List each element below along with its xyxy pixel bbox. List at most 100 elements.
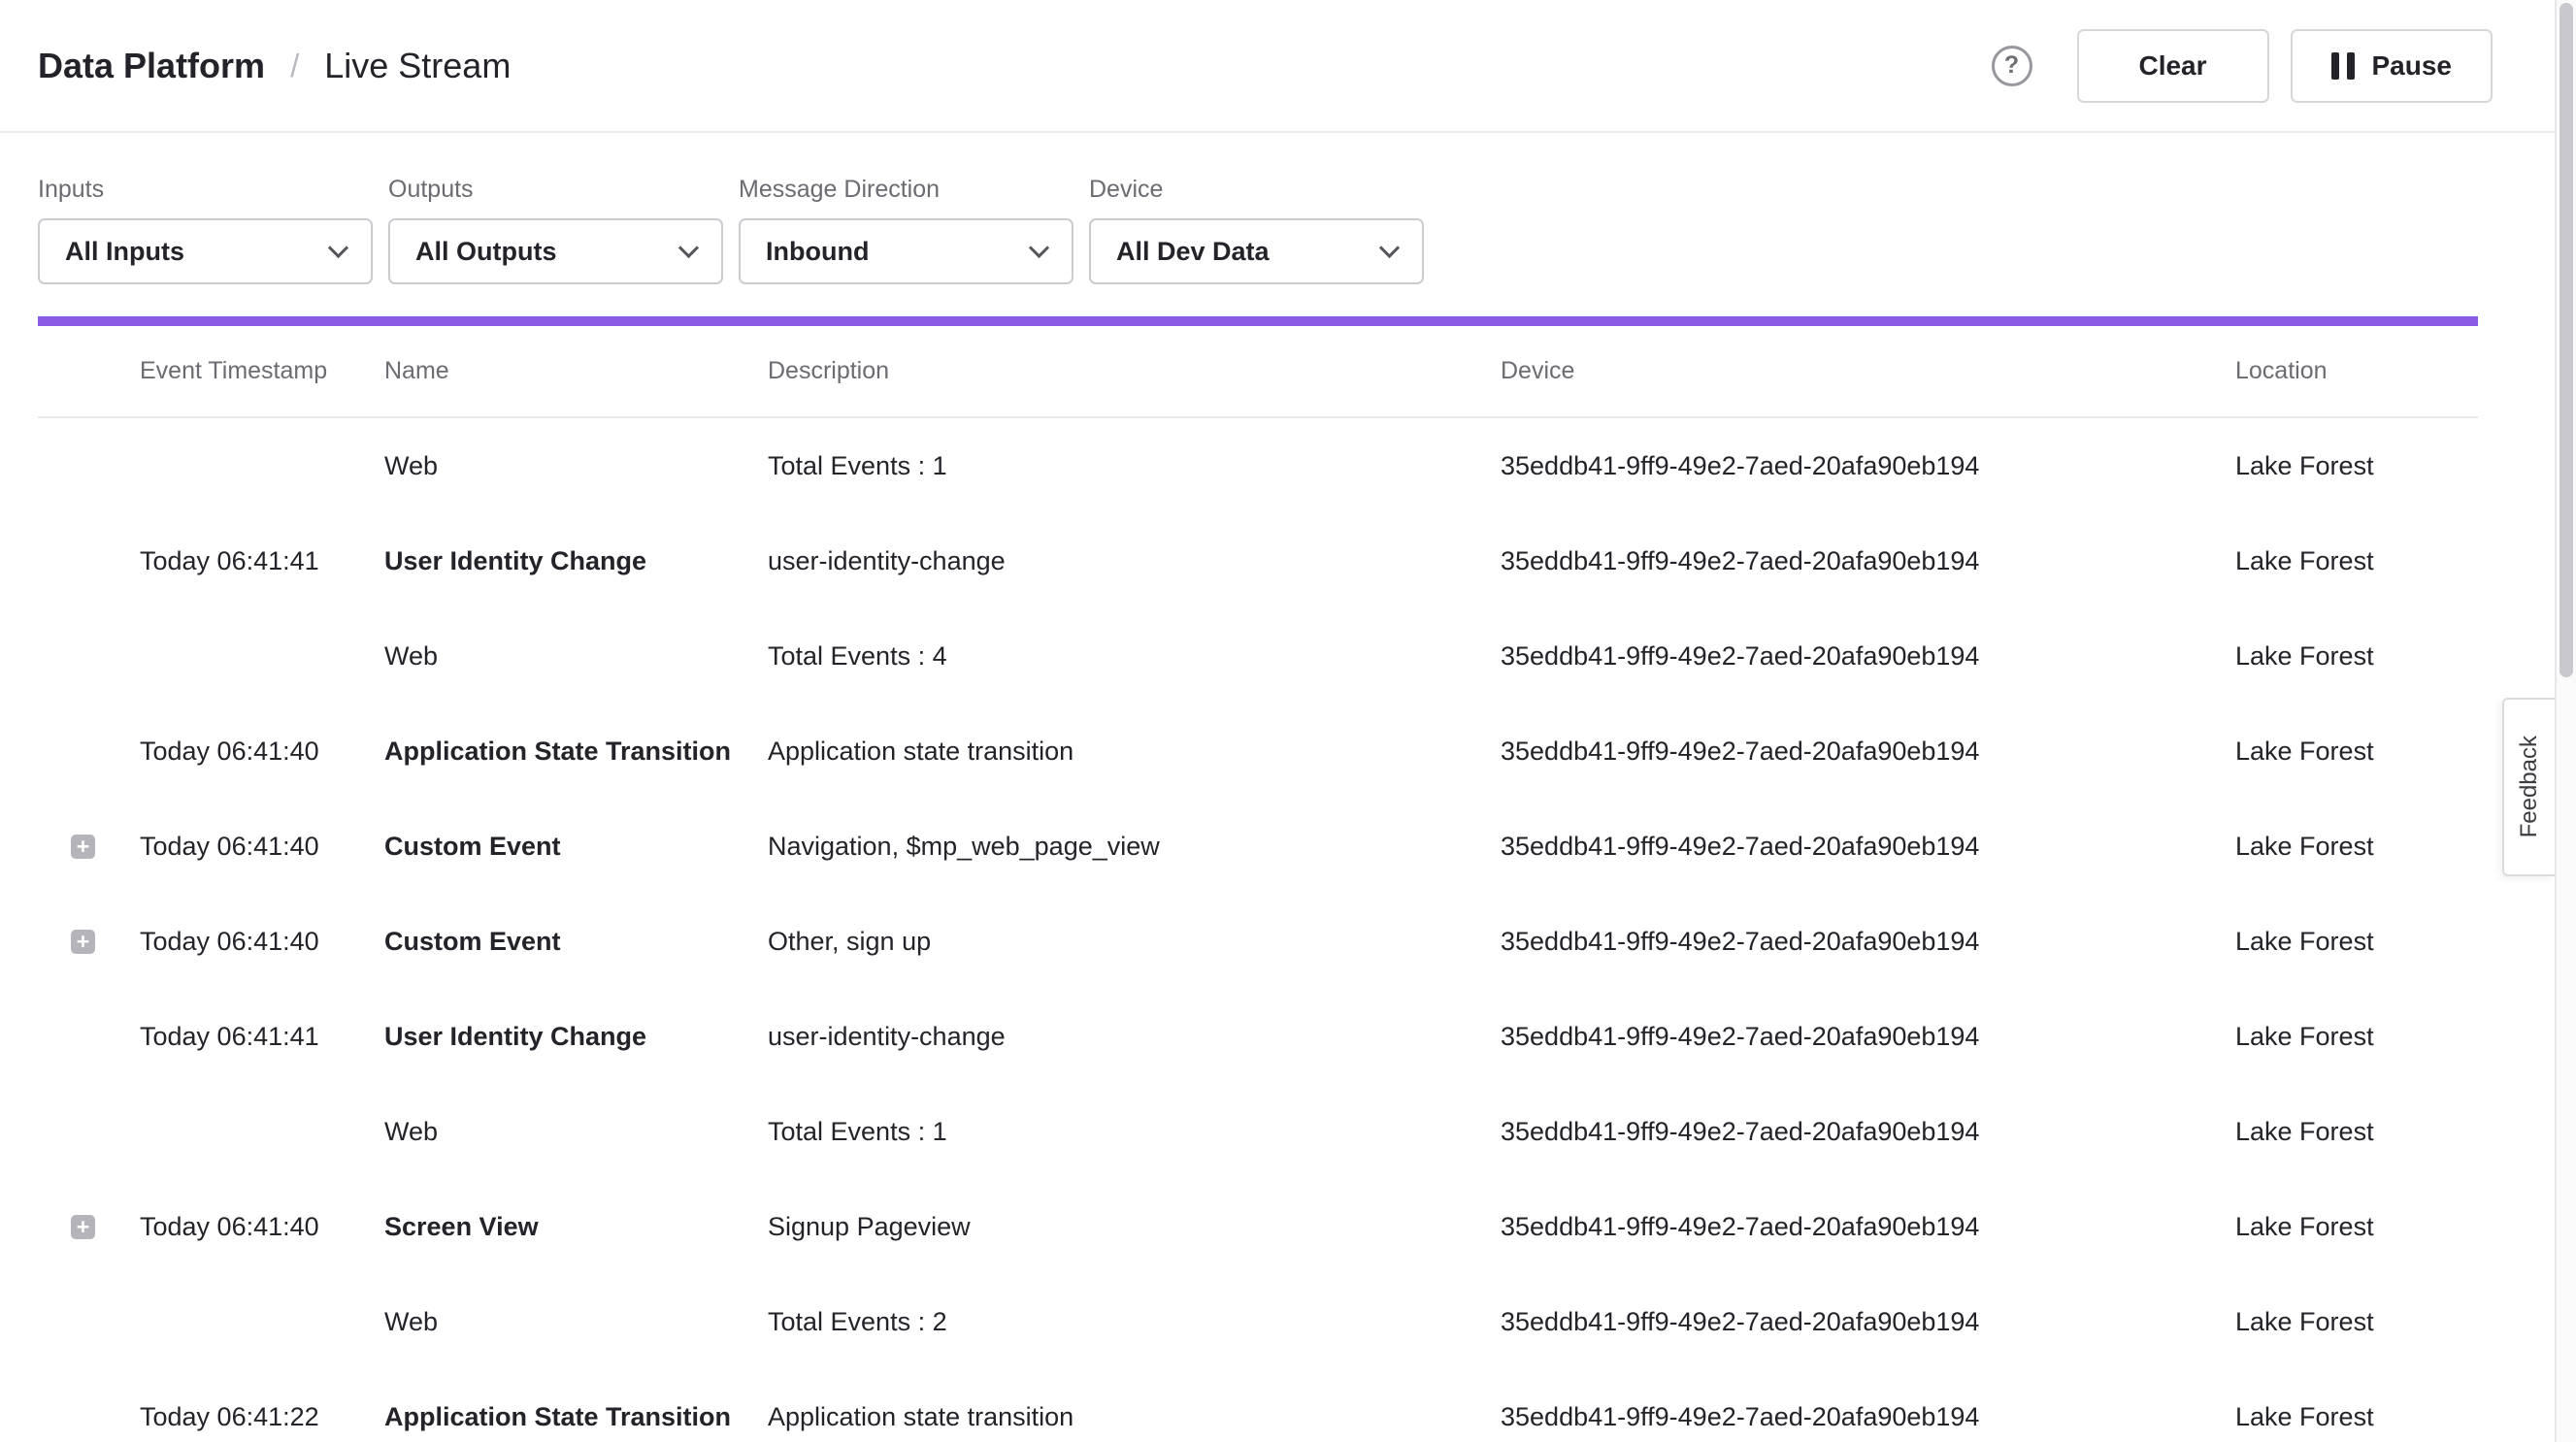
message-direction-select-value: Inbound [766,237,869,267]
event-name: Application State Transition [384,1402,768,1432]
help-icon[interactable]: ? [1992,46,2032,86]
expand-icon[interactable]: + [71,835,95,859]
event-timestamp: Today 06:41:41 [140,1022,384,1052]
event-timestamp: Today 06:41:40 [140,927,384,957]
event-device: 35eddb41-9ff9-49e2-7aed-20afa90eb194 [1501,927,2235,957]
event-location: Lake Forest [2235,1212,2478,1242]
table-row: + Today 06:41:40Custom EventNavigation, $… [38,799,2478,894]
event-description: Application state transition [768,737,1501,767]
event-timestamp: Today 06:41:40 [140,832,384,862]
column-header-name: Name [384,357,768,385]
clear-button[interactable]: Clear [2077,29,2269,103]
table-row: WebTotal Events : 435eddb41-9ff9-49e2-7a… [38,608,2478,704]
event-timestamp: Today 06:41:41 [140,546,384,576]
scrollbar[interactable] [2555,0,2576,1442]
event-name: User Identity Change [384,546,768,576]
outputs-select[interactable]: All Outputs [388,218,723,284]
event-name: Custom Event [384,832,768,862]
filter-inputs: Inputs All Inputs [38,176,373,284]
filter-message-direction: Message Direction Inbound [739,176,1073,284]
feedback-tab[interactable]: Feedback [2502,698,2555,876]
event-device: 35eddb41-9ff9-49e2-7aed-20afa90eb194 [1501,1307,2235,1337]
event-location: Lake Forest [2235,451,2478,481]
help-icon-glyph: ? [2004,51,2019,80]
chevron-down-icon [328,237,348,257]
event-location: Lake Forest [2235,832,2478,862]
filter-device: Device All Dev Data [1089,176,1424,284]
expand-cell: + [38,1215,140,1239]
feedback-tab-label: Feedback [2516,736,2543,837]
breadcrumb: Data Platform / Live Stream [38,46,511,86]
filter-label: Message Direction [739,176,1073,204]
event-timestamp: Today 06:41:40 [140,737,384,767]
event-location: Lake Forest [2235,1022,2478,1052]
table-body: WebTotal Events : 135eddb41-9ff9-49e2-7a… [38,418,2478,1442]
event-name: User Identity Change [384,1022,768,1052]
page-title: Live Stream [324,46,511,86]
filter-outputs: Outputs All Outputs [388,176,723,284]
event-description: user-identity-change [768,1022,1501,1052]
event-description: Other, sign up [768,927,1501,957]
outputs-select-value: All Outputs [415,237,556,267]
filter-label: Outputs [388,176,723,204]
device-select[interactable]: All Dev Data [1089,218,1424,284]
filters-bar: Inputs All Inputs Outputs All Outputs Me… [0,133,2576,284]
event-device: 35eddb41-9ff9-49e2-7aed-20afa90eb194 [1501,641,2235,672]
event-description: Application state transition [768,1402,1501,1432]
event-device: 35eddb41-9ff9-49e2-7aed-20afa90eb194 [1501,1402,2235,1432]
message-direction-select[interactable]: Inbound [739,218,1073,284]
pause-button[interactable]: Pause [2291,29,2493,103]
events-table: Event Timestamp Name Description Device … [38,326,2478,1442]
event-device: 35eddb41-9ff9-49e2-7aed-20afa90eb194 [1501,832,2235,862]
expand-icon[interactable]: + [71,930,95,954]
table-row: Today 06:41:41User Identity Changeuser-i… [38,513,2478,608]
table-row: Today 06:41:22Application State Transiti… [38,1369,2478,1442]
filter-label: Device [1089,176,1424,204]
event-timestamp: Today 06:41:22 [140,1402,384,1432]
table-row: WebTotal Events : 135eddb41-9ff9-49e2-7a… [38,418,2478,513]
clear-button-label: Clear [2138,50,2206,82]
event-device: 35eddb41-9ff9-49e2-7aed-20afa90eb194 [1501,1117,2235,1147]
top-bar: Data Platform / Live Stream ? Clear Paus… [0,0,2576,133]
expand-cell: + [38,930,140,954]
table-header-row: Event Timestamp Name Description Device … [38,326,2478,418]
inputs-select[interactable]: All Inputs [38,218,373,284]
table-row: + Today 06:41:40Screen ViewSignup Pagevie… [38,1179,2478,1274]
column-header-timestamp: Event Timestamp [140,357,384,385]
event-description: Navigation, $mp_web_page_view [768,832,1501,862]
column-header-location: Location [2235,357,2478,385]
table-row: Today 06:41:40Application State Transiti… [38,704,2478,799]
event-device: 35eddb41-9ff9-49e2-7aed-20afa90eb194 [1501,1212,2235,1242]
event-name: Web [384,641,768,672]
event-name: Web [384,1307,768,1337]
event-device: 35eddb41-9ff9-49e2-7aed-20afa90eb194 [1501,1022,2235,1052]
pause-button-label: Pause [2372,50,2453,82]
expand-icon[interactable]: + [71,1215,95,1239]
filter-label: Inputs [38,176,373,204]
column-header-description: Description [768,357,1501,385]
event-location: Lake Forest [2235,1402,2478,1432]
scrollbar-thumb[interactable] [2559,3,2573,677]
column-header-device: Device [1501,357,2235,385]
header-actions: ? Clear Pause [1992,29,2493,103]
device-select-value: All Dev Data [1116,237,1270,267]
table-row: WebTotal Events : 135eddb41-9ff9-49e2-7a… [38,1084,2478,1179]
event-location: Lake Forest [2235,641,2478,672]
expand-cell: + [38,835,140,859]
event-name: Screen View [384,1212,768,1242]
event-description: Signup Pageview [768,1212,1501,1242]
chevron-down-icon [1029,237,1049,257]
event-name: Web [384,451,768,481]
breadcrumb-section[interactable]: Data Platform [38,46,265,86]
accent-bar [38,316,2478,326]
event-description: Total Events : 1 [768,1117,1501,1147]
event-device: 35eddb41-9ff9-49e2-7aed-20afa90eb194 [1501,737,2235,767]
breadcrumb-separator: / [290,48,299,84]
event-location: Lake Forest [2235,737,2478,767]
event-description: Total Events : 1 [768,451,1501,481]
table-row: +Today 06:41:40Custom EventOther, sign u… [38,894,2478,989]
event-timestamp: Today 06:41:40 [140,1212,384,1242]
event-location: Lake Forest [2235,546,2478,576]
table-row: Today 06:41:41User Identity Changeuser-i… [38,989,2478,1084]
event-location: Lake Forest [2235,1117,2478,1147]
